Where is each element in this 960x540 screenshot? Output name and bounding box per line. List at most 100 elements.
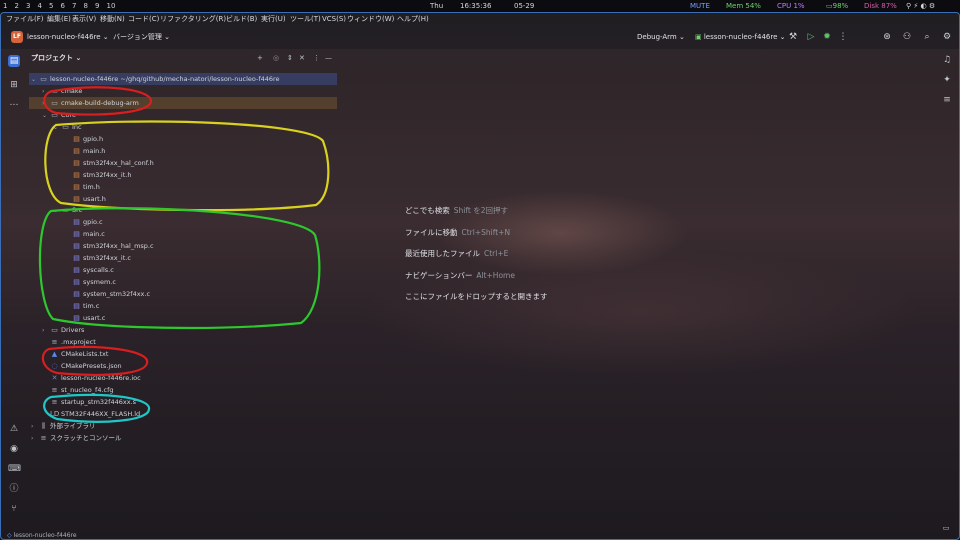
workspace-button[interactable]: 5 (49, 0, 53, 12)
menu-item[interactable]: 編集(E) (47, 13, 71, 25)
gear-icon[interactable]: ⚙ (941, 31, 953, 43)
workspace-button[interactable]: 4 (38, 0, 42, 12)
tree-file[interactable]: ▤ syscalls.c (29, 264, 114, 276)
tray-icons[interactable]: ⚲ ⚡ ◐ ⚙ (906, 0, 935, 12)
tree-file[interactable]: ▤ main.h (29, 145, 105, 157)
chevron-right-icon[interactable]: › (31, 433, 39, 445)
tree-file[interactable]: ≡ startup_stm32f446xx.s (29, 396, 136, 408)
tree-file[interactable]: ▤ usart.c (29, 312, 105, 324)
menu-item[interactable]: ツール(T) (290, 13, 321, 25)
search-icon[interactable]: ⌕ (921, 31, 933, 43)
cmake-icon: ▲ (51, 349, 58, 358)
database-icon[interactable]: ≡ (940, 93, 954, 107)
tree-folder[interactable]: ⌄ ▭ Inc (29, 121, 82, 133)
tree-file[interactable]: ▤ stm32f4xx_it.h (29, 169, 131, 181)
info-icon[interactable]: ⓘ (8, 483, 20, 495)
tree-file[interactable]: ▤ stm32f4xx_hal_msp.c (29, 240, 154, 252)
tree-file[interactable]: ▤ sysmem.c (29, 276, 116, 288)
tree-file[interactable]: ▤ stm32f4xx_it.c (29, 252, 131, 264)
tree-folder[interactable]: ⌄ ▭ lesson-nucleo-f446re ~/ghq/github/mech… (29, 73, 337, 85)
workspace-button[interactable]: 6 (61, 0, 65, 12)
tree-folder[interactable]: › ▭ cmake-build-debug-arm (29, 96, 337, 109)
tree-folder[interactable]: ⌄ ▭ Src (29, 204, 82, 216)
ai-assistant-icon[interactable]: ⊛ (881, 31, 893, 43)
tree-file[interactable]: ▤ tim.c (29, 300, 99, 312)
project-panel-title[interactable]: プロジェクト ⌄ (31, 51, 81, 65)
editor-hint: 最近使用したファイル Ctrl+E (405, 248, 508, 259)
problems-icon[interactable]: ⚠ (8, 423, 20, 435)
editor-hint: ここにファイルをドロップすると開きます (405, 291, 548, 302)
ai-chat-icon[interactable]: ✦ (940, 73, 954, 87)
folder-icon: ▭ (40, 75, 47, 83)
collapse-all-icon[interactable]: ✕ (299, 51, 305, 65)
add-user-icon[interactable]: ⚇ (901, 31, 913, 43)
tree-file[interactable]: ▤ gpio.h (29, 133, 103, 145)
workspace-button[interactable]: 9 (95, 0, 99, 12)
tree-item-label: startup_stm32f446xx.s (61, 397, 137, 406)
project-folder-icon[interactable]: ▤ (8, 55, 20, 67)
debug-icon[interactable]: ✹ (821, 31, 833, 43)
git-icon[interactable]: ⑂ (8, 503, 20, 515)
tree-file[interactable]: ✕ lesson-nucleo-f446re.ioc (29, 372, 141, 384)
project-badge[interactable]: LF (11, 31, 23, 43)
c-file-icon: ▤ (73, 314, 80, 322)
tree-folder[interactable]: ⌄ ▭ Core (29, 109, 76, 121)
run-console-icon[interactable]: ◉ (8, 443, 20, 455)
tree-file[interactable]: ≡ .mxproject (29, 336, 96, 348)
menu-item[interactable]: 実行(U) (261, 13, 286, 25)
workspace-button[interactable]: 2 (15, 0, 19, 12)
workspace-button[interactable]: 10 (107, 0, 116, 12)
status-battery-value: 98% (832, 2, 849, 10)
breadcrumb[interactable]: ◇ lesson-nucleo-f446re (7, 531, 77, 539)
menu-item[interactable]: コード(C) (128, 13, 159, 25)
menu-item[interactable]: ファイル(F) (6, 13, 44, 25)
tree-file[interactable]: ▤ system_stm32f4xx.c (29, 288, 150, 300)
tree-file[interactable]: ▤ main.c (29, 228, 105, 240)
tree-file[interactable]: › ⫼ 外部ライブラリ (29, 420, 96, 432)
tree-item-label: .mxproject (61, 337, 96, 346)
hint-shortcut: Ctrl+E (484, 249, 509, 258)
tree-item-label: stm32f4xx_hal_msp.c (83, 242, 154, 251)
hammer-icon[interactable]: ⚒ (787, 31, 799, 43)
tree-folder[interactable]: › ▭ cmake (29, 85, 82, 97)
expand-all-icon[interactable]: ⇕ (287, 51, 293, 65)
tree-file[interactable]: › ≡ スクラッチとコンソール (29, 432, 122, 444)
tree-file[interactable]: ◌ CMakePresets.json (29, 360, 121, 372)
vcs-menu[interactable]: バージョン管理 ⌄ (113, 32, 170, 42)
run-target-selector[interactable]: ▣ lesson-nucleo-f446re ⌄ (695, 32, 786, 42)
workspace-button[interactable]: 7 (72, 0, 76, 12)
structure-icon[interactable]: ⊞ (8, 79, 20, 91)
editor-hint: ファイルに移動 Ctrl+Shift+N (405, 227, 510, 238)
tree-file[interactable]: LD STM32F446XX_FLASH.ld (29, 408, 140, 420)
menu-item[interactable]: ウィンドウ(W) (347, 13, 394, 25)
project-selector[interactable]: lesson-nucleo-f446re ⌄ (27, 32, 109, 42)
menu-item[interactable]: ビルド(B) (226, 13, 257, 25)
breadcrumb-label: lesson-nucleo-f446re (13, 532, 77, 539)
tree-folder[interactable]: › ▭ Drivers (29, 324, 84, 336)
tree-file[interactable]: ≡ st_nucleo_f4.cfg (29, 384, 114, 396)
menu-item[interactable]: VCS(S) (322, 13, 346, 25)
tree-file[interactable]: ▤ usart.h (29, 193, 106, 205)
hide-panel-icon[interactable]: — (325, 51, 332, 65)
workspace-button[interactable]: 3 (26, 0, 30, 12)
workspace-button[interactable]: 8 (84, 0, 88, 12)
more-tools-icon[interactable]: … (8, 97, 20, 109)
locate-icon[interactable]: ◎ (273, 51, 279, 65)
tree-file[interactable]: ▤ stm32f4xx_hal_conf.h (29, 157, 154, 169)
build-config-selector[interactable]: Debug-Arm ⌄ (637, 32, 685, 42)
add-icon[interactable]: + (257, 51, 263, 65)
run-icon[interactable]: ▷ (805, 31, 817, 43)
menu-item[interactable]: リファクタリング(R) (160, 13, 226, 25)
notifications-icon[interactable]: ♫ (940, 53, 954, 67)
menu-item[interactable]: 移動(N) (100, 13, 125, 25)
more-icon[interactable]: ⋮ (837, 31, 849, 43)
options-icon[interactable]: ⋮ (313, 51, 320, 65)
workspace-button[interactable]: 1 (3, 0, 7, 12)
terminal-icon[interactable]: ⌨ (8, 463, 21, 475)
menu-item[interactable]: ヘルプ(H) (397, 13, 429, 25)
tree-file[interactable]: ▤ gpio.c (29, 216, 102, 228)
tree-item-label: Src (72, 206, 83, 215)
menu-item[interactable]: 表示(V) (72, 13, 96, 25)
tree-file[interactable]: ▲ CMakeLists.txt (29, 348, 109, 360)
tree-file[interactable]: ▤ tim.h (29, 181, 100, 193)
